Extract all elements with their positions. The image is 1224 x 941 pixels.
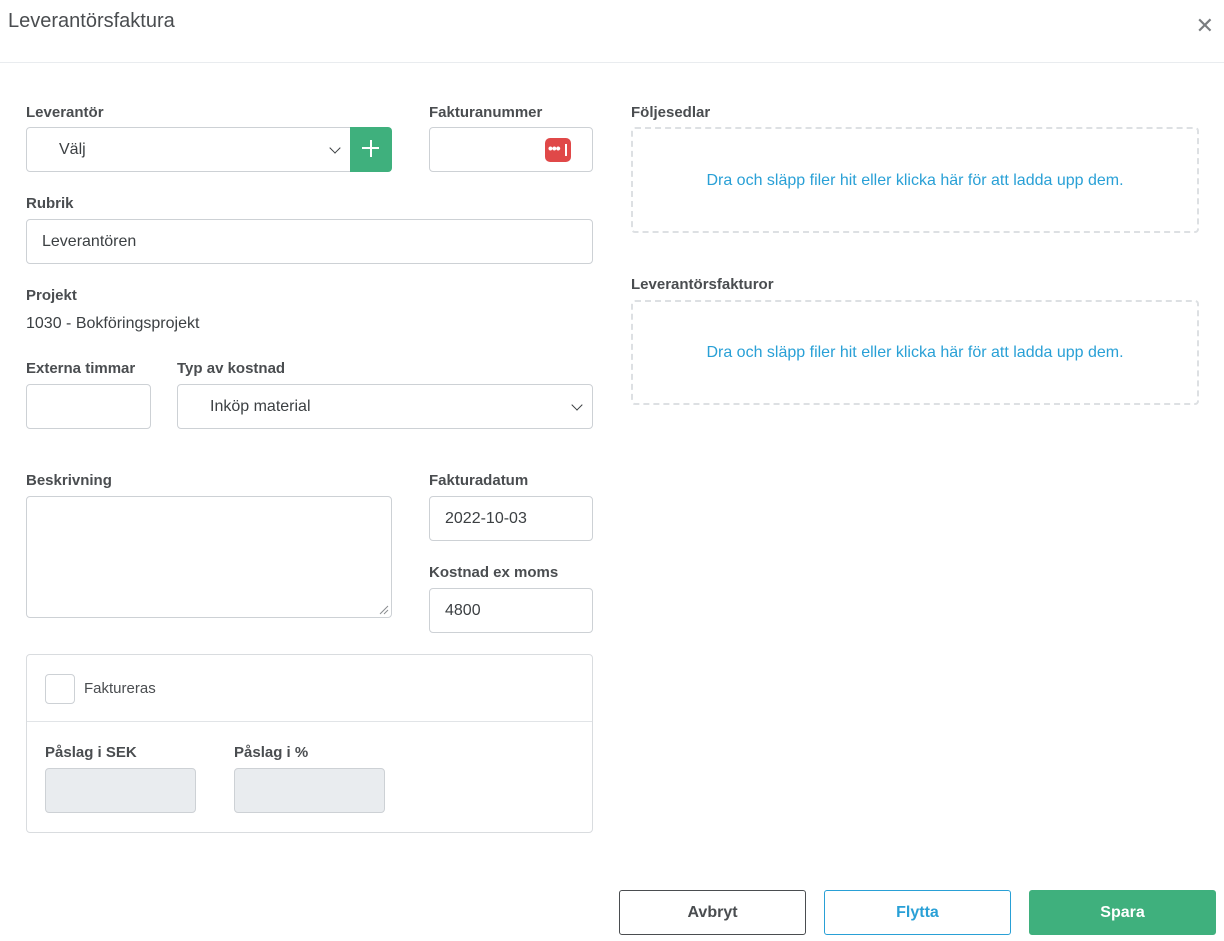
external-hours-field[interactable] — [26, 384, 151, 429]
delivery-notes-label: Följesedlar — [631, 104, 711, 121]
chevron-down-icon — [571, 399, 583, 411]
supplier-select-value: Välj — [59, 141, 86, 158]
close-icon[interactable]: ✕ — [1196, 15, 1214, 37]
project-label: Projekt — [26, 287, 77, 304]
dialog-header: Leverantörsfaktura ✕ — [0, 0, 1224, 63]
markup-sek-field — [45, 768, 196, 813]
markup-pct-label: Påslag i % — [234, 744, 309, 761]
cost-ex-vat-field[interactable]: 4800 — [429, 588, 593, 633]
add-supplier-button[interactable] — [350, 127, 392, 172]
subject-value: Leverantören — [42, 233, 137, 250]
subject-label: Rubrik — [26, 195, 74, 212]
project-value: 1030 - Bokföringsprojekt — [26, 315, 200, 332]
markup-sek-label: Påslag i SEK — [45, 744, 137, 761]
delivery-notes-dropzone[interactable]: Dra och släpp filer hit eller klicka här… — [631, 127, 1199, 233]
cost-type-label: Typ av kostnad — [177, 360, 286, 377]
billable-checkbox[interactable] — [45, 674, 75, 704]
delivery-notes-dropzone-hint: Dra och släpp filer hit eller klicka här… — [706, 172, 1124, 189]
supplier-invoices-dropzone[interactable]: Dra och släpp filer hit eller klicka här… — [631, 300, 1199, 405]
supplier-select[interactable]: Välj — [26, 127, 351, 172]
supplier-invoices-label: Leverantörsfakturor — [631, 276, 774, 293]
invoice-date-label: Fakturadatum — [429, 472, 529, 489]
divider — [27, 721, 592, 722]
invoice-number-label: Fakturanummer — [429, 104, 543, 121]
external-hours-label: Externa timmar — [26, 360, 136, 377]
cost-ex-vat-value: 4800 — [445, 602, 481, 619]
cost-type-select[interactable]: Inköp material — [177, 384, 593, 429]
resize-handle-icon[interactable] — [379, 605, 389, 615]
subject-field[interactable]: Leverantören — [26, 219, 593, 264]
password-manager-icon[interactable]: ••• — [545, 138, 571, 162]
cost-ex-vat-label: Kostnad ex moms — [429, 564, 559, 581]
cancel-button[interactable]: Avbryt — [619, 890, 806, 935]
markup-pct-field — [234, 768, 385, 813]
invoice-date-value: 2022-10-03 — [445, 510, 527, 527]
description-textarea[interactable] — [26, 496, 392, 618]
move-button[interactable]: Flytta — [824, 890, 1011, 935]
description-label: Beskrivning — [26, 472, 112, 489]
cost-type-value: Inköp material — [210, 398, 311, 415]
supplier-label: Leverantör — [26, 104, 104, 121]
chevron-down-icon — [329, 142, 341, 154]
supplier-invoices-dropzone-hint: Dra och släpp filer hit eller klicka här… — [706, 344, 1124, 361]
dialog-title: Leverantörsfaktura — [8, 10, 175, 32]
billable-label: Faktureras — [84, 680, 156, 697]
invoice-date-field[interactable]: 2022-10-03 — [429, 496, 593, 541]
save-button[interactable]: Spara — [1029, 890, 1216, 935]
